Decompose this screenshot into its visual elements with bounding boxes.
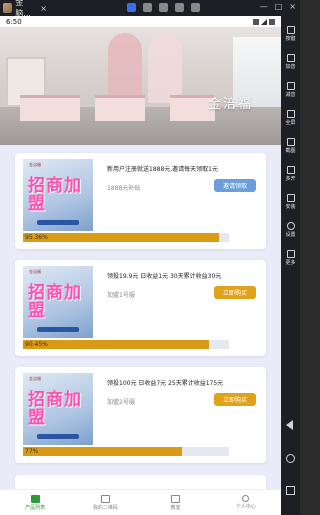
product-card[interactable]: 金涪福 招商加盟 新用户注册就送1888元,邀请每天领取1元 1888元补贴 邀… [15, 153, 266, 249]
status-bar: 6:50 [0, 16, 281, 27]
fullscreen-icon [286, 110, 295, 118]
gear-icon [286, 222, 295, 230]
app-center-icon[interactable] [127, 3, 136, 12]
product-card[interactable]: 金涪福 招商加盟 领投19.9元 日收益1元 30天累计收益30元 加盟1号服 … [15, 260, 266, 356]
maximize-button[interactable]: □ [275, 2, 283, 11]
thumb-brand: 金涪福 [29, 376, 41, 381]
progress-fill: 90.45% [23, 340, 210, 349]
emulator-sidebar: 按键 加音 减音 全屏 截图 多开 安装 设置 更多 [281, 16, 300, 515]
recent-apps-icon[interactable] [286, 486, 295, 495]
product-thumbnail: 金涪福 招商加盟 [23, 266, 93, 338]
thumb-headline: 招商加盟 [28, 176, 82, 214]
window-controls: — □ × [260, 2, 296, 11]
store-banner[interactable]: 金涪福 [0, 27, 281, 145]
sidebar-item-install[interactable]: 安装 [281, 194, 300, 210]
thumb-headline: 招商加盟 [28, 390, 82, 428]
progress-fill: 95.36% [23, 233, 220, 242]
sidebar-item-more[interactable]: 更多 [281, 250, 300, 266]
thumb-brand: 金涪福 [29, 269, 41, 274]
close-window-button[interactable]: × [289, 2, 296, 11]
progress-bar: 90.45% [23, 340, 229, 349]
banner-logo: 金涪福 [208, 97, 254, 112]
more-icon [286, 250, 295, 258]
progress-bar: 95.36% [23, 233, 229, 242]
wifi-icon [253, 18, 259, 25]
sidebar-item-screenshot[interactable]: 截图 [281, 138, 300, 154]
progress-label: 95.36% [25, 234, 48, 241]
minimize-button[interactable]: — [260, 2, 268, 11]
tab-profile[interactable]: 个人中心 [211, 490, 281, 515]
volume-up-icon [286, 54, 295, 62]
progress-label: 77% [25, 448, 39, 455]
multi-instance-icon [286, 166, 295, 174]
keyboard-icon [286, 26, 295, 34]
progress-label: 90.45% [25, 341, 48, 348]
product-card[interactable]: 金涪福 招商加盟 领投100元 日收益7元 25天累计收益175元 加盟2号服 … [15, 367, 266, 463]
document-icon [171, 494, 181, 503]
emulator-toolbar-icons [127, 3, 200, 12]
signal-icon [261, 18, 267, 25]
sidebar-item-multi[interactable]: 多开 [281, 166, 300, 182]
user-icon[interactable] [159, 3, 168, 12]
tab-product-list[interactable]: 产品列表 [0, 490, 70, 515]
product-tag: 1888元补贴 [107, 185, 141, 192]
mail-icon[interactable] [175, 3, 184, 12]
thumb-brand: 金涪福 [29, 162, 41, 167]
cart-icon [30, 494, 40, 503]
sidebar-item-volume-down[interactable]: 减音 [281, 82, 300, 98]
product-title: 新用户注册就送1888元,邀请每天领取1元 [107, 166, 218, 173]
status-time: 6:50 [6, 17, 22, 26]
back-icon[interactable] [286, 420, 293, 430]
install-icon [286, 194, 295, 202]
product-tag: 加盟1号服 [107, 292, 135, 299]
person-icon [242, 495, 250, 502]
battery-icon [269, 18, 275, 25]
product-title: 领投19.9元 日收益1元 30天累计收益30元 [107, 273, 222, 280]
emulator-tab[interactable]: 金脑... × [3, 0, 47, 18]
tab-classroom[interactable]: 教室 [141, 490, 211, 515]
phone-screen: 6:50 金涪福 金涪福 招商加盟 新用户注册就送1888元,邀请每天领取1元 … [0, 16, 281, 515]
gamepad-icon[interactable] [143, 3, 152, 12]
buy-now-button[interactable]: 立即购买 [214, 286, 256, 299]
progress-bar: 77% [23, 447, 229, 456]
volume-down-icon [286, 82, 295, 90]
home-icon[interactable] [286, 454, 295, 463]
sidebar-item-volume-up[interactable]: 加音 [281, 54, 300, 70]
bottom-tab-bar: 产品列表 我的二维码 教室 个人中心 [0, 489, 281, 515]
close-tab-icon[interactable]: × [40, 4, 47, 13]
sidebar-item-fullscreen[interactable]: 全屏 [281, 110, 300, 126]
tab-my-qrcode[interactable]: 我的二维码 [70, 490, 140, 515]
sidebar-item-settings[interactable]: 设置 [281, 222, 300, 238]
thumb-headline: 招商加盟 [28, 283, 82, 321]
product-title: 领投100元 日收益7元 25天累计收益175元 [107, 380, 224, 387]
progress-fill: 77% [23, 447, 182, 456]
emulator-title-bar: 金脑... × — □ × [0, 0, 300, 18]
sidebar-item-keys[interactable]: 按键 [281, 26, 300, 42]
qrcode-icon [100, 494, 110, 503]
product-tag: 加盟2号服 [107, 399, 135, 406]
menu-icon[interactable] [191, 3, 200, 12]
app-icon [3, 3, 13, 13]
invite-claim-button[interactable]: 邀请领取 [214, 179, 256, 192]
product-list: 金涪福 招商加盟 新用户注册就送1888元,邀请每天领取1元 1888元补贴 邀… [0, 145, 281, 503]
product-thumbnail: 金涪福 招商加盟 [23, 373, 93, 445]
buy-now-button[interactable]: 立即购买 [214, 393, 256, 406]
screenshot-icon [286, 138, 295, 146]
product-thumbnail: 金涪福 招商加盟 [23, 159, 93, 231]
